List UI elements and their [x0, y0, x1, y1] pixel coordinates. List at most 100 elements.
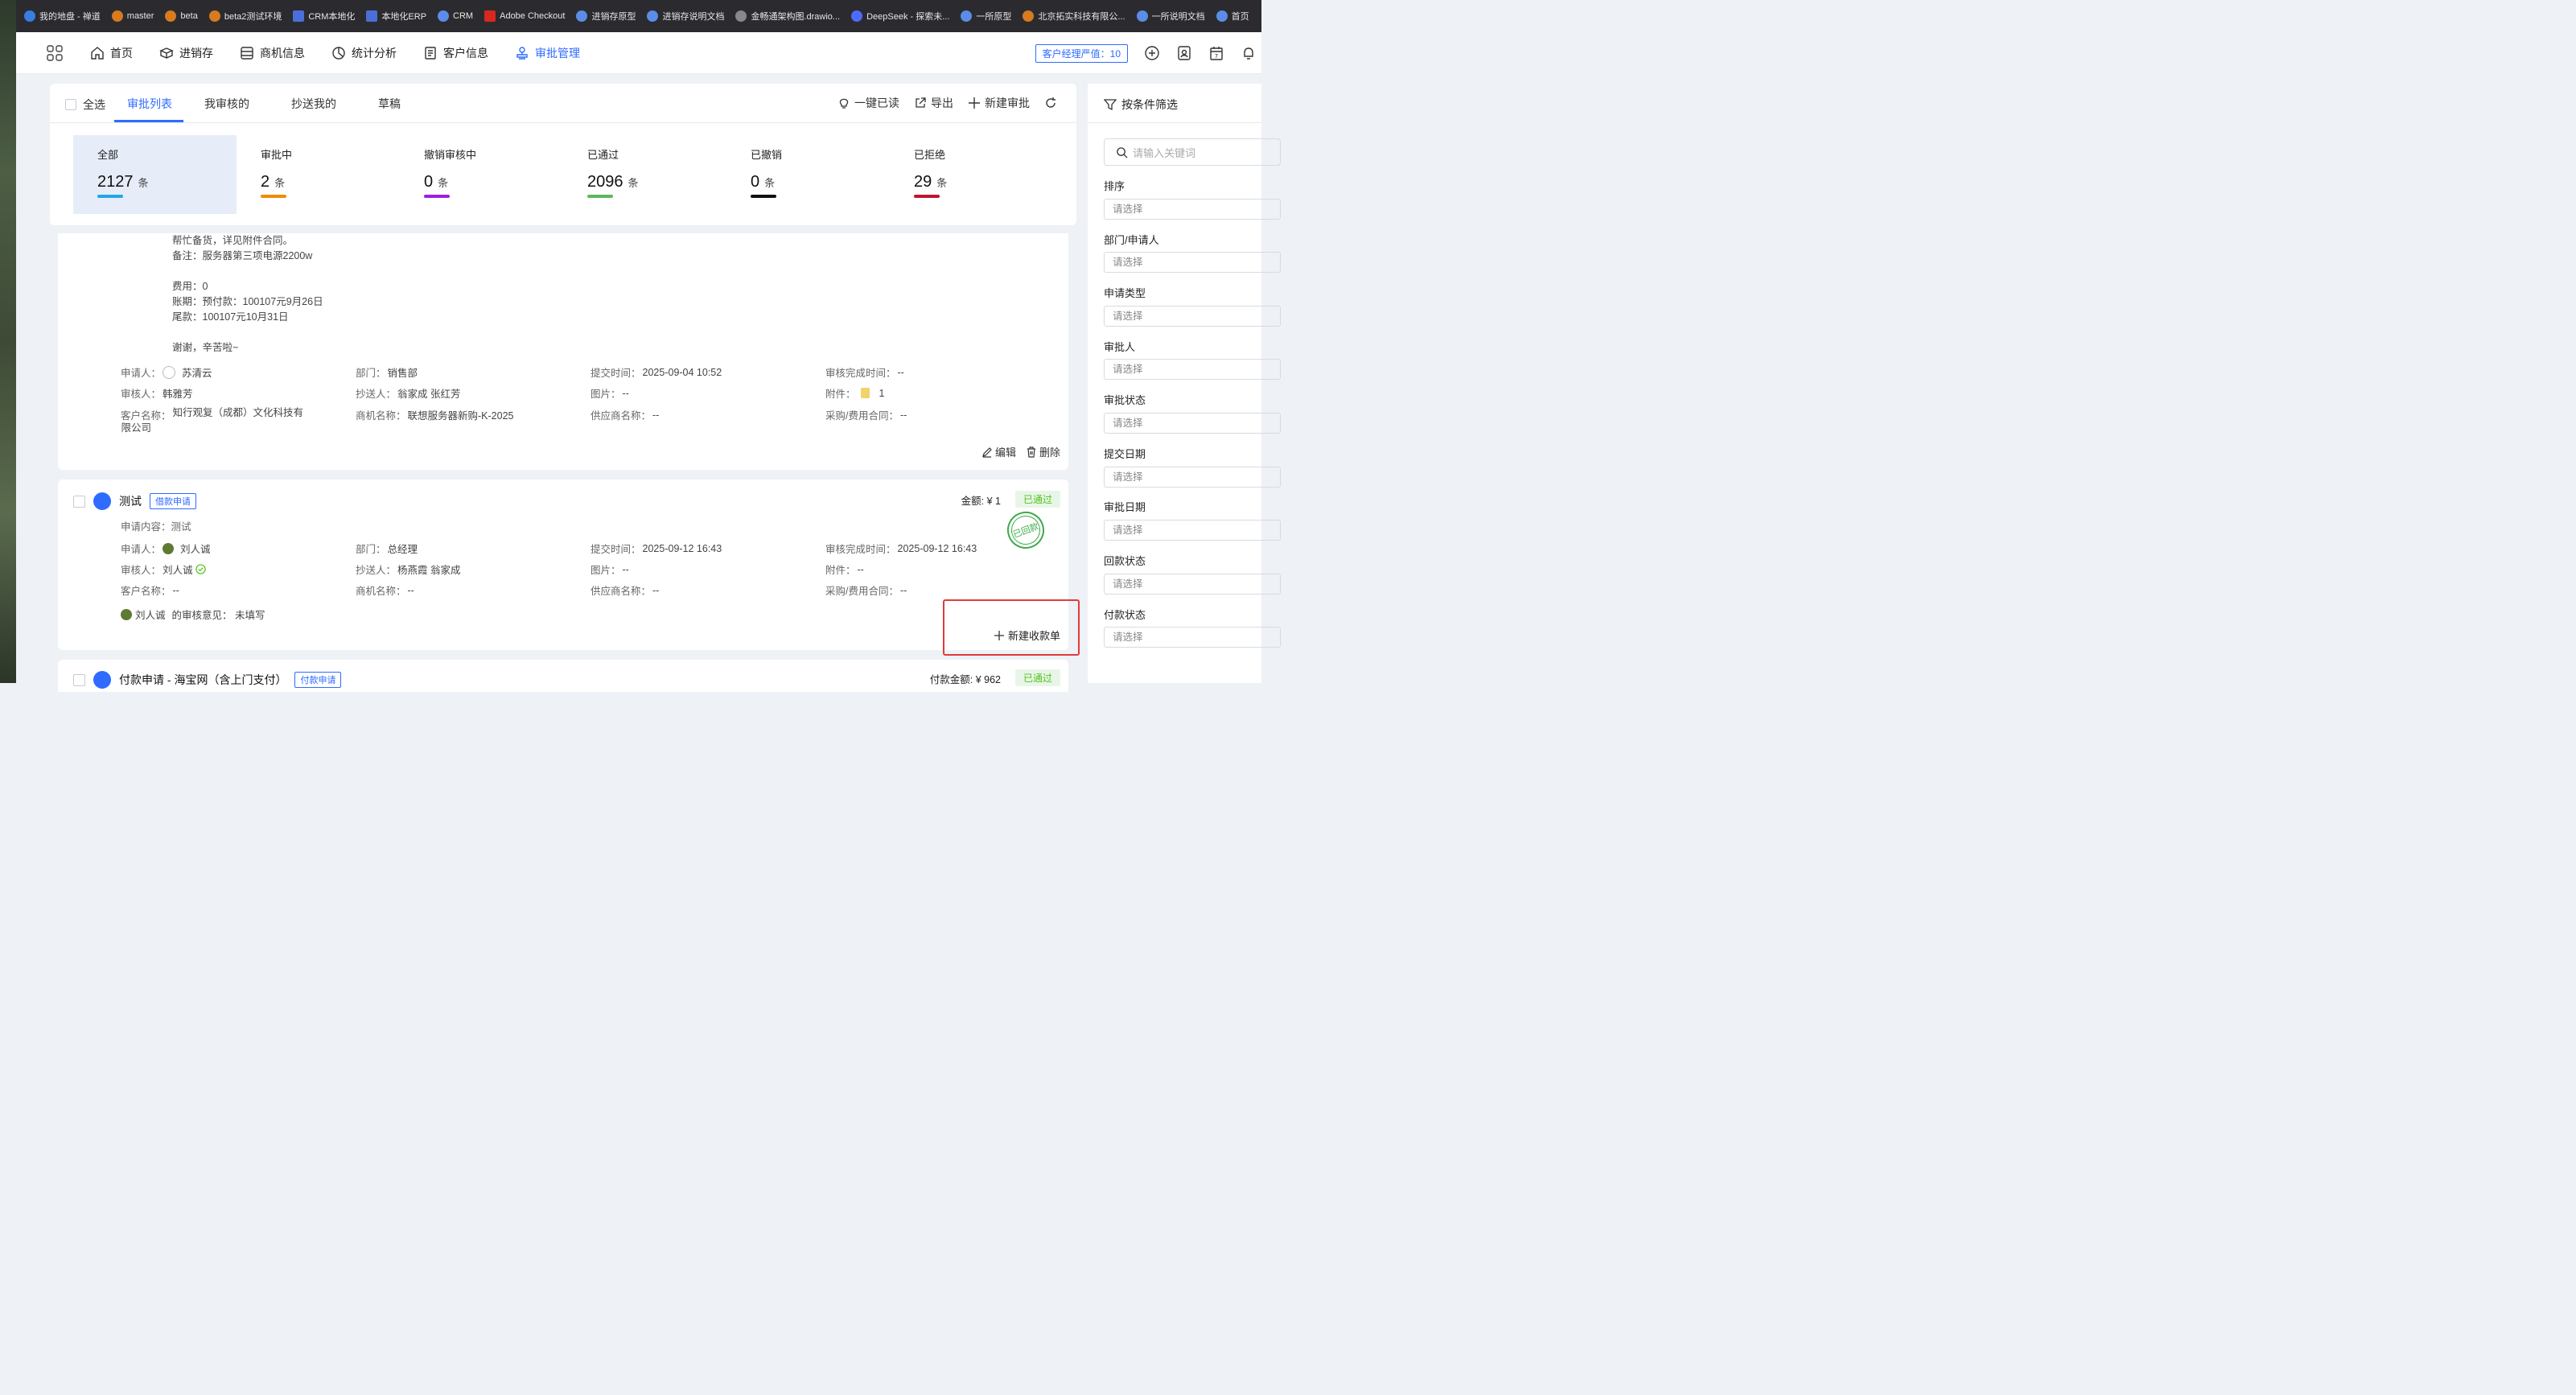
approval-summary-panel: 全选 审批列表 我审核的 抄送我的 草稿 一键已读 导出 新建审批 全部 212…	[50, 84, 1076, 225]
filter-label-submit-date: 提交日期	[1104, 448, 1146, 460]
approval-card: 帮忙备货，详见附件合同。 备注：服务器第三项电源2200w 费用：0 账期：预付…	[58, 233, 1068, 470]
bookmark[interactable]: 北京拓实科技有限公...	[1023, 10, 1125, 23]
bookmark[interactable]: 一所原型	[961, 10, 1011, 23]
bookmark[interactable]: 一所说明文档	[1136, 10, 1205, 23]
filter-label-approval-date: 审批日期	[1104, 501, 1146, 513]
customer-link[interactable]: 知行观复（成都）文化科技有 限公司	[121, 405, 304, 436]
stat-bar	[424, 195, 450, 198]
opportunity-link[interactable]: 联想服务器新购-K-2025	[408, 407, 514, 422]
card-actions: 编辑 删除	[981, 444, 1060, 459]
export-button[interactable]: 导出	[914, 95, 953, 111]
bookmark[interactable]: 金畅通架构图.drawio...	[735, 10, 840, 23]
select-repay-status[interactable]: 请选择	[1104, 574, 1281, 595]
calendar-icon[interactable]: 7	[1208, 45, 1224, 61]
filter-label-sort: 排序	[1104, 180, 1125, 192]
app-grid-icon[interactable]	[47, 45, 63, 61]
bookmark[interactable]: CRM本地化	[293, 10, 355, 23]
select-sort[interactable]: 请选择	[1104, 199, 1281, 220]
nav-inventory[interactable]: 进销存	[159, 45, 213, 61]
nav-home[interactable]: 首页	[90, 45, 133, 61]
bookmark[interactable]: Adobe Checkout	[484, 10, 565, 22]
select-all-checkbox[interactable]	[65, 99, 76, 110]
bookmark[interactable]: beta2测试环境	[208, 10, 282, 23]
keyword-search-input[interactable]: 请输入关键词	[1104, 138, 1281, 166]
avatar	[93, 671, 111, 689]
desktop-wallpaper	[0, 0, 16, 683]
edit-icon	[982, 446, 992, 458]
approval-title[interactable]: 付款申请 - 海宝网（含上门支付）	[119, 672, 286, 688]
stat-revoke-review[interactable]: 撤销审核中 0条	[400, 135, 563, 214]
new-receipt-button[interactable]: 新建收款单	[994, 628, 1060, 643]
bookmarks-bar: 我的地盘 - 禅道 master beta beta2测试环境 CRM本地化 本…	[16, 0, 1261, 32]
active-tab-indicator	[114, 120, 183, 122]
stat-all[interactable]: 全部 2127 条	[73, 135, 237, 214]
contact-card-icon[interactable]	[1176, 45, 1192, 61]
quota-badge[interactable]: 客户经理严值：10	[1035, 43, 1128, 63]
filter-panel: 按条件筛选 请输入关键词 排序 请选择 部门/申请人 请选择 申请类型 请选择 …	[1088, 84, 1281, 683]
bookmark[interactable]: DeepSeek - 探索未...	[851, 10, 949, 23]
lightbulb-icon	[839, 98, 849, 109]
refresh-icon[interactable]	[1044, 97, 1057, 109]
bookmark[interactable]: master	[111, 10, 154, 22]
bookmark[interactable]: CRM	[438, 10, 473, 22]
bookmark[interactable]: beta	[165, 10, 198, 22]
plus-icon	[994, 630, 1004, 640]
attachment-link[interactable]: 1	[879, 388, 885, 399]
nav-statistics[interactable]: 统计分析	[331, 45, 397, 61]
approval-card: 测试 借款申请 金额: ¥ 1 已通过 已回款 申请内容：测试 申请人： 刘人诚 …	[58, 479, 1068, 650]
tab-bar: 全选 审批列表 我审核的 抄送我的 草稿 一键已读 导出 新建审批	[50, 84, 1076, 123]
stat-passed[interactable]: 已通过 2096 条	[563, 135, 726, 214]
stat-rejected[interactable]: 已拒绝 29 条	[890, 135, 1053, 214]
amount: 金额: ¥ 1	[961, 496, 1001, 507]
row-checkbox[interactable]	[73, 495, 85, 508]
application-content: 帮忙备货，详见附件合同。 备注：服务器第三项电源2200w 费用：0 账期：预付…	[172, 235, 323, 353]
delete-button[interactable]: 删除	[1026, 444, 1060, 459]
add-circle-icon[interactable]	[1144, 45, 1160, 61]
approval-title[interactable]: 测试	[119, 493, 142, 509]
search-icon	[1117, 146, 1128, 158]
info-row: 客户名称： -- 商机名称： -- 供应商名称： -- 采购/费用合同： --	[121, 584, 907, 598]
edit-button[interactable]: 编辑	[981, 444, 1016, 459]
tab-approval-list[interactable]: 审批列表	[127, 96, 172, 112]
tab-drafts[interactable]: 草稿	[378, 96, 401, 112]
avatar	[121, 608, 132, 620]
stat-bar	[587, 195, 613, 198]
customer-icon	[425, 47, 436, 60]
nav-opportunity[interactable]: 商机信息	[240, 45, 305, 61]
row-checkbox[interactable]	[73, 673, 85, 686]
select-dept-applicant[interactable]: 请选择	[1104, 252, 1281, 273]
stat-bar	[751, 195, 776, 198]
pie-chart-icon	[332, 47, 345, 60]
bookmark[interactable]: 首页	[1216, 10, 1249, 23]
filter-icon	[1104, 99, 1117, 111]
filter-label-type: 申请类型	[1104, 287, 1146, 299]
stat-revoked[interactable]: 已撤销 0条	[726, 135, 890, 214]
info-row: 客户名称： 知行观复（成都）文化科技有 限公司 商机名称： 联想服务器新购-K-202…	[121, 407, 1060, 436]
filter-label-status: 审批状态	[1104, 394, 1146, 406]
tab-cc-me[interactable]: 抄送我的	[291, 96, 336, 112]
select-submit-date[interactable]: 请选择	[1104, 467, 1281, 488]
select-approval-date[interactable]: 请选择	[1104, 520, 1281, 541]
nav-customer[interactable]: 客户信息	[423, 45, 488, 61]
select-all[interactable]: 全选	[65, 97, 105, 113]
select-pay-status[interactable]: 请选择	[1104, 627, 1281, 648]
bookmark[interactable]: 本地化ERP	[366, 10, 426, 23]
filter-label-repay-status: 回款状态	[1104, 555, 1146, 567]
status-badge: 已通过	[1014, 669, 1060, 686]
select-apply-type[interactable]: 请选择	[1104, 306, 1281, 327]
select-approver[interactable]: 请选择	[1104, 359, 1281, 380]
select-approval-status[interactable]: 请选择	[1104, 413, 1281, 434]
home-icon	[91, 47, 104, 60]
nav-approval[interactable]: 审批管理	[515, 45, 580, 61]
avatar	[163, 365, 176, 379]
tab-my-reviews[interactable]: 我审核的	[204, 96, 249, 112]
mark-all-read-button[interactable]: 一键已读	[837, 95, 899, 111]
bookmark[interactable]: 进销存原型	[576, 10, 636, 23]
bookmark[interactable]: 我的地盘 - 禅道	[24, 10, 101, 23]
bell-icon[interactable]	[1241, 45, 1257, 61]
bookmark[interactable]: 进销存说明文档	[647, 10, 724, 23]
opportunity-icon	[241, 47, 253, 60]
new-approval-button[interactable]: 新建审批	[968, 95, 1030, 111]
stat-bar	[97, 195, 123, 198]
stat-in-review[interactable]: 审批中 2条	[237, 135, 400, 214]
